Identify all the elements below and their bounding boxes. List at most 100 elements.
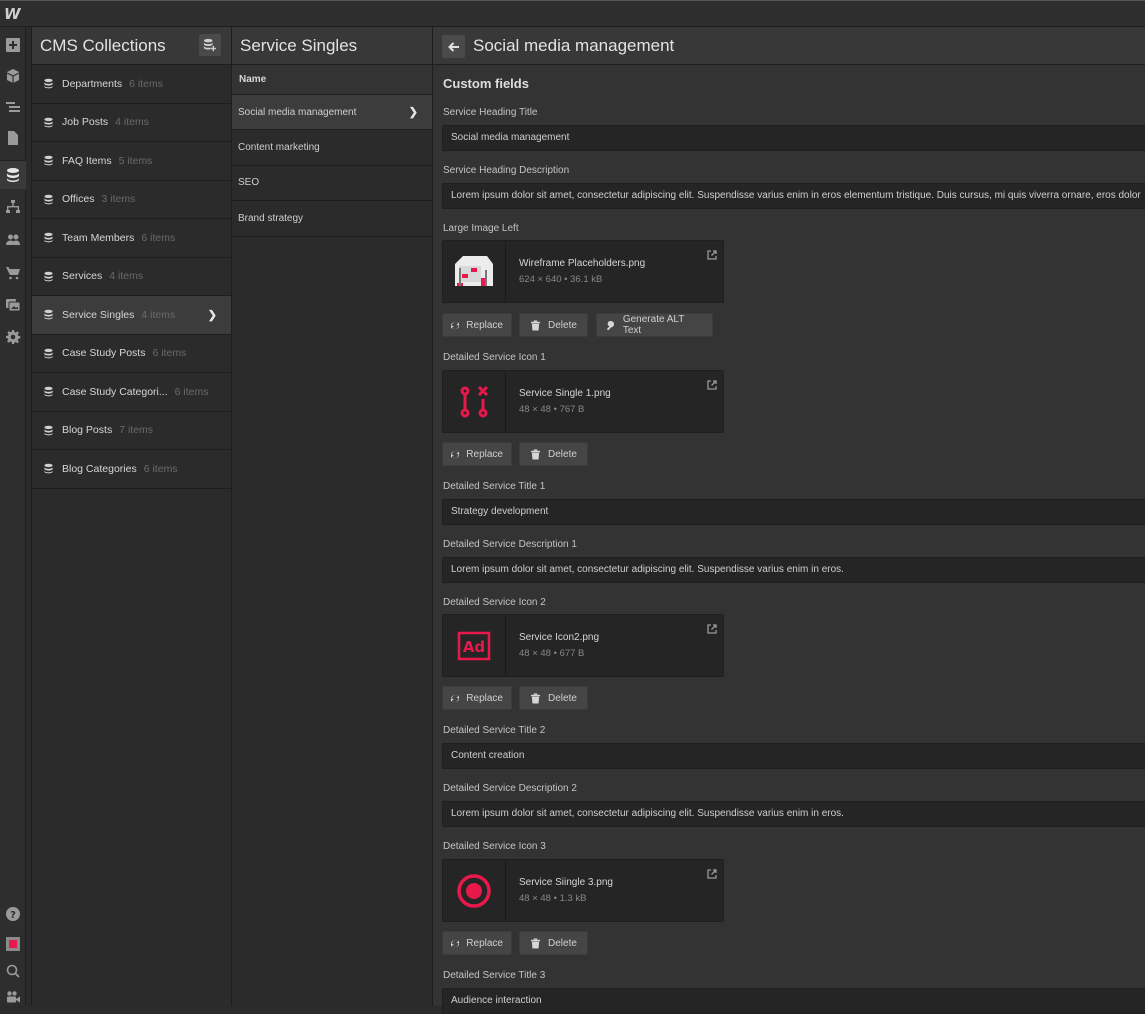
delete-button[interactable]: Delete [519,686,588,710]
collection-name: Case Study Posts [62,347,146,360]
custom-fields-heading: Custom fields [443,76,529,91]
image-thumbnail [443,860,506,921]
settings-icon[interactable] [3,327,23,347]
generate-alt-text-button[interactable]: Generate ALT Text [596,313,713,337]
external-link-icon[interactable] [707,866,717,879]
icon3-card[interactable]: Service Siingle 3.png 48 × 48 • 1.3 kB [442,859,724,922]
logic-icon[interactable] [3,197,23,217]
add-database-icon [203,38,216,52]
external-link-icon[interactable] [707,621,717,634]
title3-input[interactable]: Audience interaction [442,988,1145,1014]
record-icon[interactable] [3,934,23,954]
delete-label: Delete [548,319,577,331]
collection-item[interactable]: Offices 3 items [32,181,231,219]
collection-count: 6 items [129,77,163,90]
refresh-icon [451,321,460,329]
heading-description-input[interactable]: Lorem ipsum dolor sit amet, consectetur … [442,183,1145,209]
image-thumbnail: Ad [443,615,506,676]
help-icon[interactable]: ? [3,904,23,924]
collection-item[interactable]: Departments 6 items [32,65,231,104]
entry-name: Content marketing [238,141,320,153]
collection-name: Departments [62,77,123,90]
add-collection-button[interactable] [199,34,221,56]
entry-item[interactable]: Content marketing [232,130,432,166]
desc1-label: Detailed Service Description 1 [443,539,577,550]
replace-button[interactable]: Replace [442,931,512,955]
collections-header: CMS Collections [32,27,231,65]
search-icon[interactable] [3,961,23,981]
replace-button[interactable]: Replace [442,442,512,466]
collections-list: Departments 6 items Job Posts 4 items FAQ … [32,65,231,489]
editor-header: Social media management [433,27,1145,65]
icon2-card[interactable]: Ad Service Icon2.png 48 × 48 • 677 B [442,614,724,677]
collection-item[interactable]: FAQ Items 5 items [32,142,231,181]
webflow-logo[interactable]: W [4,5,22,23]
collection-item[interactable]: Case Study Posts 6 items [32,335,231,373]
delete-button[interactable]: Delete [519,931,588,955]
users-icon[interactable] [3,230,23,250]
generate-alt-label: Generate ALT Text [622,314,685,336]
external-link-icon[interactable] [707,247,717,260]
image-thumbnail [443,371,506,432]
collection-item[interactable]: Team Members 6 items [32,219,231,258]
left-rail: ? [0,27,26,1006]
refresh-icon [451,939,460,947]
collection-name: Team Members [62,231,135,244]
components-icon[interactable] [3,66,23,86]
collection-count: 6 items [174,385,209,398]
replace-label: Replace [466,448,503,460]
collection-name: Case Study Categori... [62,385,168,398]
add-panel-icon[interactable] [3,35,23,55]
desc2-label: Detailed Service Description 2 [443,783,577,794]
pages-icon[interactable] [3,128,23,148]
cms-collections-panel: CMS Collections Departments 6 items Job P… [31,27,232,1006]
image-filename: Wireframe Placeholders.png [519,258,646,269]
heading-title-label: Service Heading Title [443,107,538,118]
desc1-input[interactable]: Lorem ipsum dolor sit amet, consectetur … [442,557,1145,583]
collection-item[interactable]: Blog Categories 6 items [32,450,231,489]
name-column-header[interactable]: Name [232,65,432,95]
back-button[interactable] [442,35,465,58]
heading-title-input[interactable]: Social media management [442,125,1145,151]
entry-item-active[interactable]: Social media management ❯ [232,95,432,130]
external-link-icon[interactable] [707,377,717,390]
workflow-thumbnail-icon [460,385,489,417]
video-icon[interactable] [3,987,23,1007]
delete-button[interactable]: Delete [519,313,588,337]
desc2-input[interactable]: Lorem ipsum dolor sit amet, consectetur … [442,801,1145,827]
collection-item[interactable]: Blog Posts 7 items [32,412,231,450]
database-icon [44,117,53,128]
entry-item[interactable]: Brand strategy [232,201,432,237]
collection-name: Service Singles [62,308,135,321]
icon1-card[interactable]: Service Single 1.png 48 × 48 • 767 B [442,370,724,433]
replace-button[interactable]: Replace [442,686,512,710]
replace-button[interactable]: Replace [442,313,512,337]
entry-name: Brand strategy [238,212,304,224]
ecommerce-icon[interactable] [3,263,23,283]
heading-description-label: Service Heading Description [443,165,570,176]
title2-input[interactable]: Content creation [442,743,1145,769]
magic-brush-icon [607,320,615,330]
image-meta: 48 × 48 • 767 B [519,404,585,415]
title1-input[interactable]: Strategy development [442,499,1145,525]
collection-item[interactable]: Services 4 items [32,258,231,296]
item-editor-panel: Social media management Custom fields Se… [433,27,1145,1014]
svg-text:Ad: Ad [463,638,485,656]
collection-count: 4 items [109,270,144,283]
collection-item[interactable]: Case Study Categori... 6 items [32,373,231,412]
cms-icon[interactable] [3,165,23,185]
large-image-card[interactable]: Wireframe Placeholders.png 624 × 640 • 3… [442,240,724,303]
database-icon [44,155,53,166]
icon1-label: Detailed Service Icon 1 [443,352,546,363]
collection-item-active[interactable]: Service Singles 4 items ❯ [32,296,231,335]
delete-label: Delete [548,937,577,949]
navigator-icon[interactable] [3,97,23,117]
collection-count: 5 items [118,154,153,167]
assets-icon[interactable] [3,295,23,315]
replace-label: Replace [466,319,503,331]
collection-item[interactable]: Job Posts 4 items [32,104,231,142]
delete-button[interactable]: Delete [519,442,588,466]
collection-name: Blog Categories [62,462,137,475]
entry-item[interactable]: SEO [232,166,432,201]
trash-icon [530,319,541,331]
